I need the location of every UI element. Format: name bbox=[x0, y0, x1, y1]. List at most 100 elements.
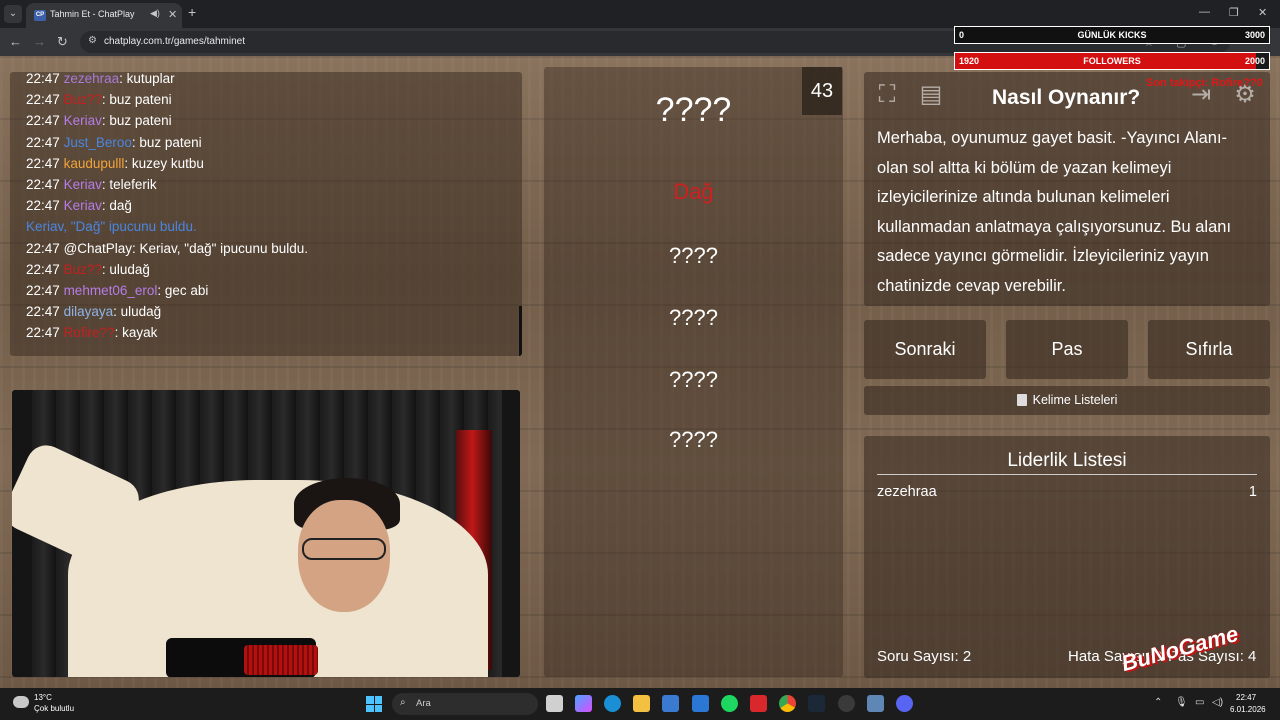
chat-username[interactable]: Rofire?? bbox=[64, 325, 115, 340]
clock-time[interactable]: 22:47 bbox=[1236, 693, 1256, 702]
restore-icon[interactable]: ❐ bbox=[1229, 6, 1239, 19]
chat-username[interactable]: Buz?? bbox=[64, 92, 102, 107]
chat-username[interactable]: Keriav, "Dağ" bbox=[26, 219, 105, 234]
copilot-icon[interactable] bbox=[575, 695, 592, 712]
tab-close-icon[interactable]: ✕ bbox=[168, 8, 177, 21]
spotify-icon[interactable] bbox=[721, 695, 738, 712]
leaderboard-score: 1 bbox=[1248, 484, 1257, 500]
weather-temperature[interactable]: 13°C bbox=[34, 693, 52, 702]
chat-username[interactable]: dilayaya bbox=[64, 304, 114, 319]
tab-audio-icon[interactable]: ◀) bbox=[150, 8, 160, 19]
microphone-icon[interactable]: 🎙 bbox=[1175, 697, 1188, 708]
hidden-word: ???? bbox=[669, 427, 718, 452]
steam-icon[interactable] bbox=[808, 695, 825, 712]
weather-description[interactable]: Çok bulutlu bbox=[34, 704, 74, 713]
chat-timestamp: 22:47 bbox=[26, 155, 60, 171]
obs-icon[interactable] bbox=[838, 695, 855, 712]
leaderboard-name: zezehraa bbox=[877, 484, 937, 500]
chat-message: 22:47 @ChatPlay: Keriav, "dağ" ipucunu b… bbox=[26, 238, 516, 259]
site-info-icon[interactable]: ⚙ bbox=[88, 35, 97, 46]
chat-text: ipucunu buldu. bbox=[105, 219, 197, 235]
chat-username[interactable]: Keriav bbox=[64, 198, 102, 213]
chat-message: 22:47 Keriav: buz pateni bbox=[26, 110, 516, 131]
chat-message: 22:47 zezehraa: kutuplar bbox=[26, 72, 516, 89]
reload-icon[interactable]: ↻ bbox=[57, 34, 68, 50]
notes-icon[interactable]: ▤ bbox=[916, 80, 946, 110]
pass-button[interactable]: Pas bbox=[1006, 320, 1128, 379]
chat-message: 22:47 mehmet06_erol: gec abi bbox=[26, 280, 516, 301]
word-lists-button[interactable]: Kelime Listeleri bbox=[864, 386, 1270, 415]
chat-panel: 22:47 zezehraa: kutuplar 22:47 Buz??: buz… bbox=[10, 72, 522, 356]
chat-timestamp: 22:47 bbox=[26, 176, 60, 192]
chat-username[interactable]: kaudupulll bbox=[64, 156, 125, 171]
hidden-word: ???? bbox=[669, 305, 718, 330]
reset-button[interactable]: Sıfırla bbox=[1148, 320, 1270, 379]
tray-overflow-icon[interactable]: ⌃ bbox=[1154, 697, 1162, 708]
chat-timestamp: 22:47 bbox=[26, 240, 60, 256]
chat-username[interactable]: Just_Beroo bbox=[64, 135, 132, 150]
tab-search-button[interactable]: ⌄ bbox=[4, 5, 22, 23]
followers-goal: 2000 bbox=[1244, 56, 1265, 66]
network-icon[interactable]: ▭ bbox=[1195, 697, 1204, 708]
chat-username[interactable]: Buz?? bbox=[64, 262, 102, 277]
chat-message: 22:47 kaudupulll: kuzey kutbu bbox=[26, 153, 516, 174]
app-settings-icon[interactable] bbox=[867, 695, 884, 712]
chat-timestamp: 22:47 bbox=[26, 113, 60, 129]
chrome-icon[interactable] bbox=[779, 695, 796, 712]
edge-icon[interactable] bbox=[604, 695, 621, 712]
back-icon[interactable]: ← bbox=[9, 34, 22, 49]
task-view-icon[interactable] bbox=[546, 695, 563, 712]
followers-label: FOLLOWERS bbox=[1083, 56, 1141, 66]
hidden-word: ???? bbox=[669, 243, 718, 268]
chat-message: Keriav, "Dağ" ipucunu buldu. bbox=[26, 216, 516, 237]
chat-text: : buz pateni bbox=[101, 113, 172, 129]
minimize-icon[interactable]: — bbox=[1199, 6, 1210, 18]
new-tab-button[interactable]: + bbox=[188, 4, 196, 20]
chat-message: 22:47 Rofire??: kayak bbox=[26, 322, 516, 343]
cloud-icon[interactable] bbox=[13, 696, 29, 708]
chat-timestamp: 22:47 bbox=[26, 261, 60, 277]
chat-timestamp: 22:47 bbox=[26, 72, 60, 86]
url-text[interactable]: chatplay.com.tr/games/tahminet bbox=[104, 36, 245, 47]
tab-title: Tahmin Et - ChatPlay bbox=[50, 9, 135, 19]
how-to-play-text: Merhaba, oyunumuz gayet basit. -Yayıncı … bbox=[877, 129, 1232, 295]
taskbar-search[interactable]: ⌕ Ara bbox=[392, 693, 538, 715]
chat-text: : buz pateni bbox=[101, 92, 172, 108]
chat-timestamp: 22:47 bbox=[26, 92, 60, 108]
app-red-icon[interactable] bbox=[750, 695, 767, 712]
store-icon[interactable] bbox=[662, 695, 679, 712]
tab-favicon-icon: CP bbox=[34, 10, 46, 21]
discord-icon[interactable] bbox=[896, 695, 913, 712]
webcam-microphone-grille bbox=[244, 645, 318, 675]
chat-message: 22:47 Keriav: teleferik bbox=[26, 174, 516, 195]
chat-text: : uludağ bbox=[113, 304, 162, 320]
next-button[interactable]: Sonraki bbox=[864, 320, 986, 379]
start-windows-icon[interactable] bbox=[366, 696, 382, 712]
forward-icon[interactable]: → bbox=[33, 34, 46, 49]
chat-username[interactable]: zezehraa bbox=[64, 72, 120, 86]
browser-tab[interactable]: CP Tahmin Et - ChatPlay ◀) ✕ bbox=[26, 3, 182, 28]
hidden-word: ???? bbox=[669, 367, 718, 392]
chat-text: : dağ bbox=[101, 198, 132, 214]
leaderboard-title: Liderlik Listesi bbox=[1007, 450, 1127, 471]
chat-text: : teleferik bbox=[101, 176, 157, 192]
chat-username[interactable]: Keriav bbox=[64, 177, 102, 192]
daily-kicks-bar: 0 GÜNLÜK KICKS 3000 bbox=[954, 26, 1270, 44]
outlook-icon[interactable] bbox=[692, 695, 709, 712]
window-close-icon[interactable]: ✕ bbox=[1258, 6, 1267, 19]
chat-message: 22:47 dilayaya: uludağ bbox=[26, 301, 516, 322]
chat-text: : gec abi bbox=[157, 282, 209, 298]
volume-icon[interactable]: ◁) bbox=[1212, 697, 1223, 708]
clock-date[interactable]: 6.01.2026 bbox=[1230, 705, 1266, 714]
chat-message: 22:47 Buz??: uludağ bbox=[26, 259, 516, 280]
file-explorer-icon[interactable] bbox=[633, 695, 650, 712]
fullscreen-icon[interactable]: ⛶ bbox=[872, 80, 902, 110]
taskbar: 13°C Çok bulutlu ⌕ Ara ⌃ 🎙 ▭ ◁) 22:47 6.… bbox=[0, 688, 1280, 720]
word-panel: 43 ???? Dağ???????????????? bbox=[544, 67, 843, 677]
chat-username[interactable]: Keriav bbox=[64, 113, 102, 128]
found-word: Dağ bbox=[673, 179, 714, 204]
main-word: ???? bbox=[655, 91, 732, 129]
chat-username[interactable]: mehmet06_erol bbox=[64, 283, 158, 298]
chat-scrollbar[interactable] bbox=[519, 306, 522, 356]
question-count: Soru Sayısı: 2 bbox=[877, 648, 972, 665]
